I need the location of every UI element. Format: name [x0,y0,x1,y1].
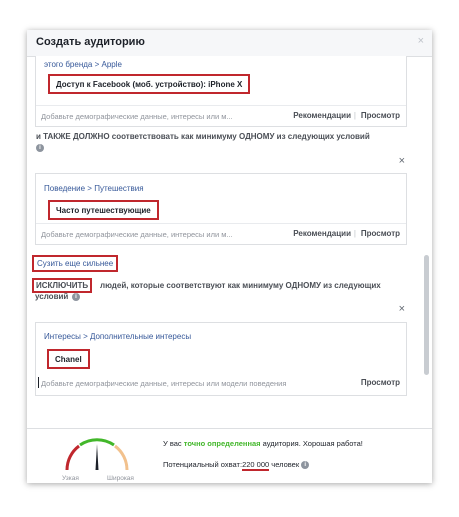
dialog-title: Создать аудиторию [36,36,145,48]
info-icon[interactable]: i [301,461,310,470]
include-separator: | [353,111,356,120]
include-breadcrumb[interactable]: этого бренда > Apple [44,60,122,69]
status-highlight: точно определенная [183,439,261,448]
exclude-link[interactable]: ИСКЛЮЧИТЬ [32,278,93,293]
include-search-input[interactable]: Добавьте демографические данные, интерес… [41,112,233,121]
include-search-row: Добавьте демографические данные, интерес… [36,105,406,126]
gauge-needle [95,444,99,470]
gauge-narrow-label: Узкая [62,475,79,482]
status-prefix: У вас [163,439,184,448]
scrollbar[interactable] [424,255,429,375]
include-chip[interactable]: Доступ к Facebook (моб. устройство): iPh… [48,74,251,94]
behavior-separator: | [353,229,356,238]
audience-status-text: У вас точно определенная аудитория. Хоро… [163,439,363,448]
include-recommendations-button[interactable]: Рекомендации [293,111,351,120]
audience-footer: Узкая Широкая У вас точно определенная а… [27,428,432,483]
remove-exclude-icon[interactable]: × [399,303,405,315]
exclude-search-row: Добавьте демографические данные, интерес… [36,373,406,393]
info-icon[interactable]: i [36,144,44,152]
dialog-header: Создать аудиторию × [27,30,432,57]
reach-value: 220 000 [242,460,270,471]
behavior-search-row: Добавьте демографические данные, интерес… [36,223,406,244]
exclude-condition-label: людей, которые соответствуют как минимум… [100,281,381,290]
exclude-condition-label-2: условий [35,292,69,301]
behavior-targeting-box: Поведение > Путешествия Часто путешеству… [35,173,407,245]
behavior-search-input[interactable]: Добавьте демографические данные, интерес… [41,230,233,239]
close-icon[interactable]: × [418,35,424,47]
exclude-breadcrumb[interactable]: Интересы > Дополнительные интересы [44,332,191,341]
exclude-preview-button[interactable]: Просмотр [361,378,400,387]
exclude-chip[interactable]: Chanel [47,349,90,369]
exclude-targeting-box: Интересы > Дополнительные интересы Chane… [35,322,407,396]
gauge-wide-label: Широкая [107,475,134,482]
include-preview-button[interactable]: Просмотр [361,111,400,120]
audience-gauge-icon [65,438,129,471]
behavior-preview-button[interactable]: Просмотр [361,229,400,238]
behavior-recommendations-button[interactable]: Рекомендации [293,229,351,238]
info-icon[interactable]: i [72,293,80,301]
remove-and-condition-icon[interactable]: × [399,155,405,167]
and-condition-label: и ТАКЖЕ ДОЛЖНО соответствовать как миним… [36,132,370,141]
behavior-chip[interactable]: Часто путешествующие [48,200,159,220]
exclude-search-input[interactable]: Добавьте демографические данные, интерес… [41,379,286,388]
reach-unit: человек [269,460,300,469]
reach-label: Потенциальный охват: [163,460,243,469]
status-suffix: аудитория. Хорошая работа! [260,439,363,448]
include-targeting-box: этого бренда > Apple Доступ к Facebook (… [35,56,407,127]
potential-reach: Потенциальный охват:220 000 человек i [163,460,310,471]
text-cursor [38,377,39,388]
narrow-further-link[interactable]: Сузить еще сильнее [32,255,119,272]
behavior-breadcrumb[interactable]: Поведение > Путешествия [44,184,144,193]
create-audience-dialog: Создать аудиторию × этого бренда > Apple… [27,30,432,483]
